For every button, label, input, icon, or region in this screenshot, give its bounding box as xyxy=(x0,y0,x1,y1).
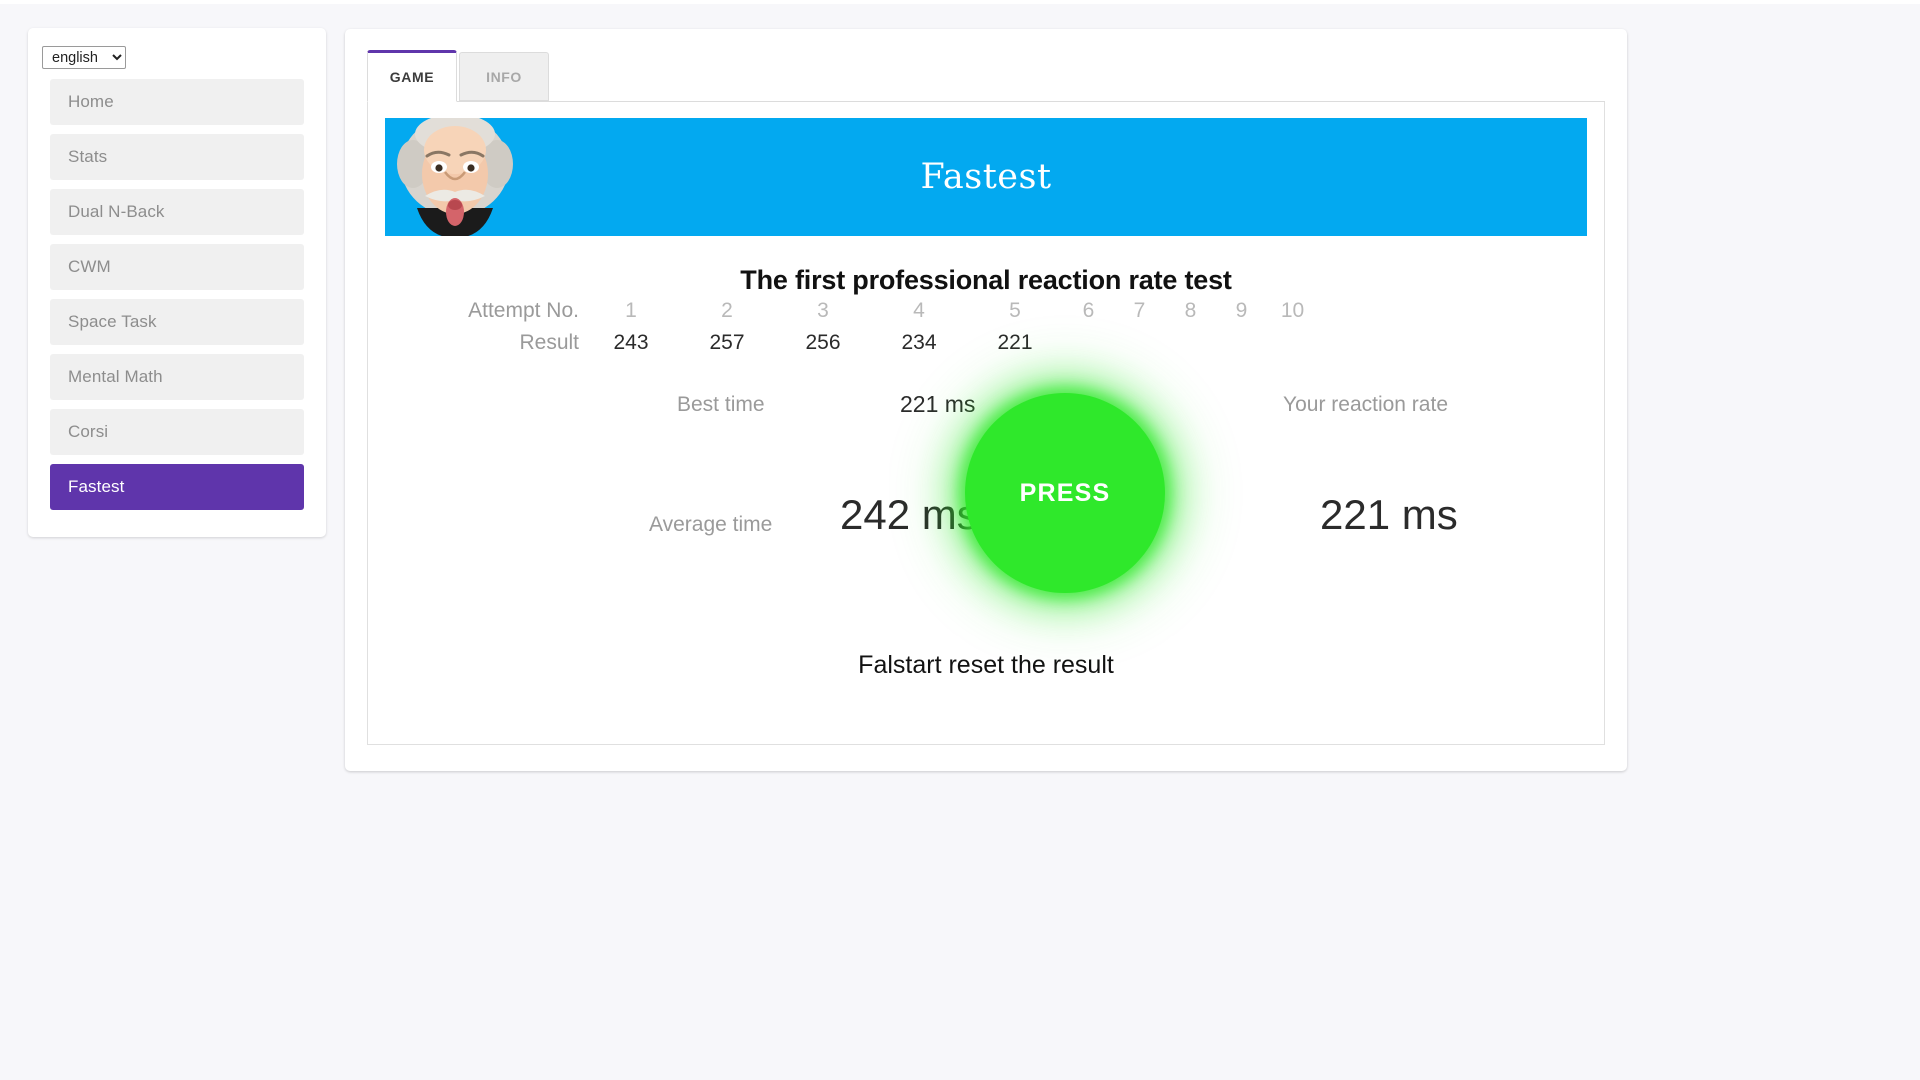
app-root: english Home Stats Dual N-Back CWM Space… xyxy=(0,0,1920,1080)
attempt-number-cells: 1 2 3 4 5 6 7 8 9 10 xyxy=(583,299,1587,323)
attempt-number-row: Attempt No. 1 2 3 4 5 6 7 8 9 10 xyxy=(385,299,1587,331)
attempt-number-8: 8 xyxy=(1184,299,1197,322)
main-card: GAME INFO Fastest The first professional… xyxy=(345,29,1627,771)
attempt-number-4: 4 xyxy=(913,299,925,322)
attempt-number-9: 9 xyxy=(1235,299,1248,322)
stats-area: Best time 221 ms Average time 242 ms You… xyxy=(385,387,1587,649)
sidebar-item-dual-n-back[interactable]: Dual N-Back xyxy=(50,189,304,235)
attempt-result-row: Result 243 257 256 234 221 xyxy=(385,331,1587,363)
average-time-label: Average time xyxy=(649,513,773,536)
attempt-number-6: 6 xyxy=(1082,299,1095,322)
attempt-number-1: 1 xyxy=(625,299,637,322)
attempt-number-7: 7 xyxy=(1133,299,1146,322)
average-time-value: 242 ms xyxy=(840,491,978,538)
sidebar-item-space-task[interactable]: Space Task xyxy=(50,299,304,345)
tab-game[interactable]: GAME xyxy=(367,50,457,102)
attempt-number-5: 5 xyxy=(1009,299,1021,322)
result-value-2: 257 xyxy=(709,331,745,354)
attempt-number-2: 2 xyxy=(721,299,733,322)
press-button-wrapper: PRESS xyxy=(965,393,1165,593)
sidebar-item-stats[interactable]: Stats xyxy=(50,134,304,180)
top-hairline xyxy=(0,0,1920,4)
attempt-row-label: Attempt No. xyxy=(468,299,579,322)
reaction-rate-value: 221 ms xyxy=(1320,491,1458,538)
falstart-note: Falstart reset the result xyxy=(858,651,1114,679)
attempt-result-cells: 243 257 256 234 221 xyxy=(583,331,1587,355)
banner-title: Fastest xyxy=(920,157,1052,197)
result-value-5: 221 xyxy=(997,331,1033,354)
game-banner: Fastest xyxy=(385,118,1587,236)
game-panel: Fastest The first professional reaction … xyxy=(367,102,1605,745)
test-heading: The first professional reaction rate tes… xyxy=(740,265,1232,295)
panel-bottom-spacer xyxy=(385,680,1587,722)
tab-bar: GAME INFO xyxy=(367,47,1605,102)
attempts-table: Attempt No. 1 2 3 4 5 6 7 8 9 10 Result … xyxy=(385,299,1587,363)
press-button[interactable]: PRESS xyxy=(965,393,1165,593)
sidebar-nav: Home Stats Dual N-Back CWM Space Task Me… xyxy=(28,79,326,510)
result-row-label: Result xyxy=(519,331,579,354)
result-value-4: 234 xyxy=(901,331,937,354)
result-value-1: 243 xyxy=(613,331,649,354)
sidebar-item-corsi[interactable]: Corsi xyxy=(50,409,304,455)
sidebar-item-mental-math[interactable]: Mental Math xyxy=(50,354,304,400)
sidebar-item-cwm[interactable]: CWM xyxy=(50,244,304,290)
reaction-rate-label: Your reaction rate xyxy=(1283,393,1448,416)
tab-info[interactable]: INFO xyxy=(459,52,549,101)
language-select[interactable]: english xyxy=(42,46,126,69)
result-value-3: 256 xyxy=(805,331,841,354)
sidebar: english Home Stats Dual N-Back CWM Space… xyxy=(28,28,326,537)
language-select-wrapper: english xyxy=(28,40,326,75)
attempt-number-10: 10 xyxy=(1280,299,1305,322)
sidebar-item-home[interactable]: Home xyxy=(50,79,304,125)
best-time-label: Best time xyxy=(677,393,765,416)
attempt-number-3: 3 xyxy=(817,299,829,322)
sidebar-item-fastest[interactable]: Fastest xyxy=(50,464,304,510)
